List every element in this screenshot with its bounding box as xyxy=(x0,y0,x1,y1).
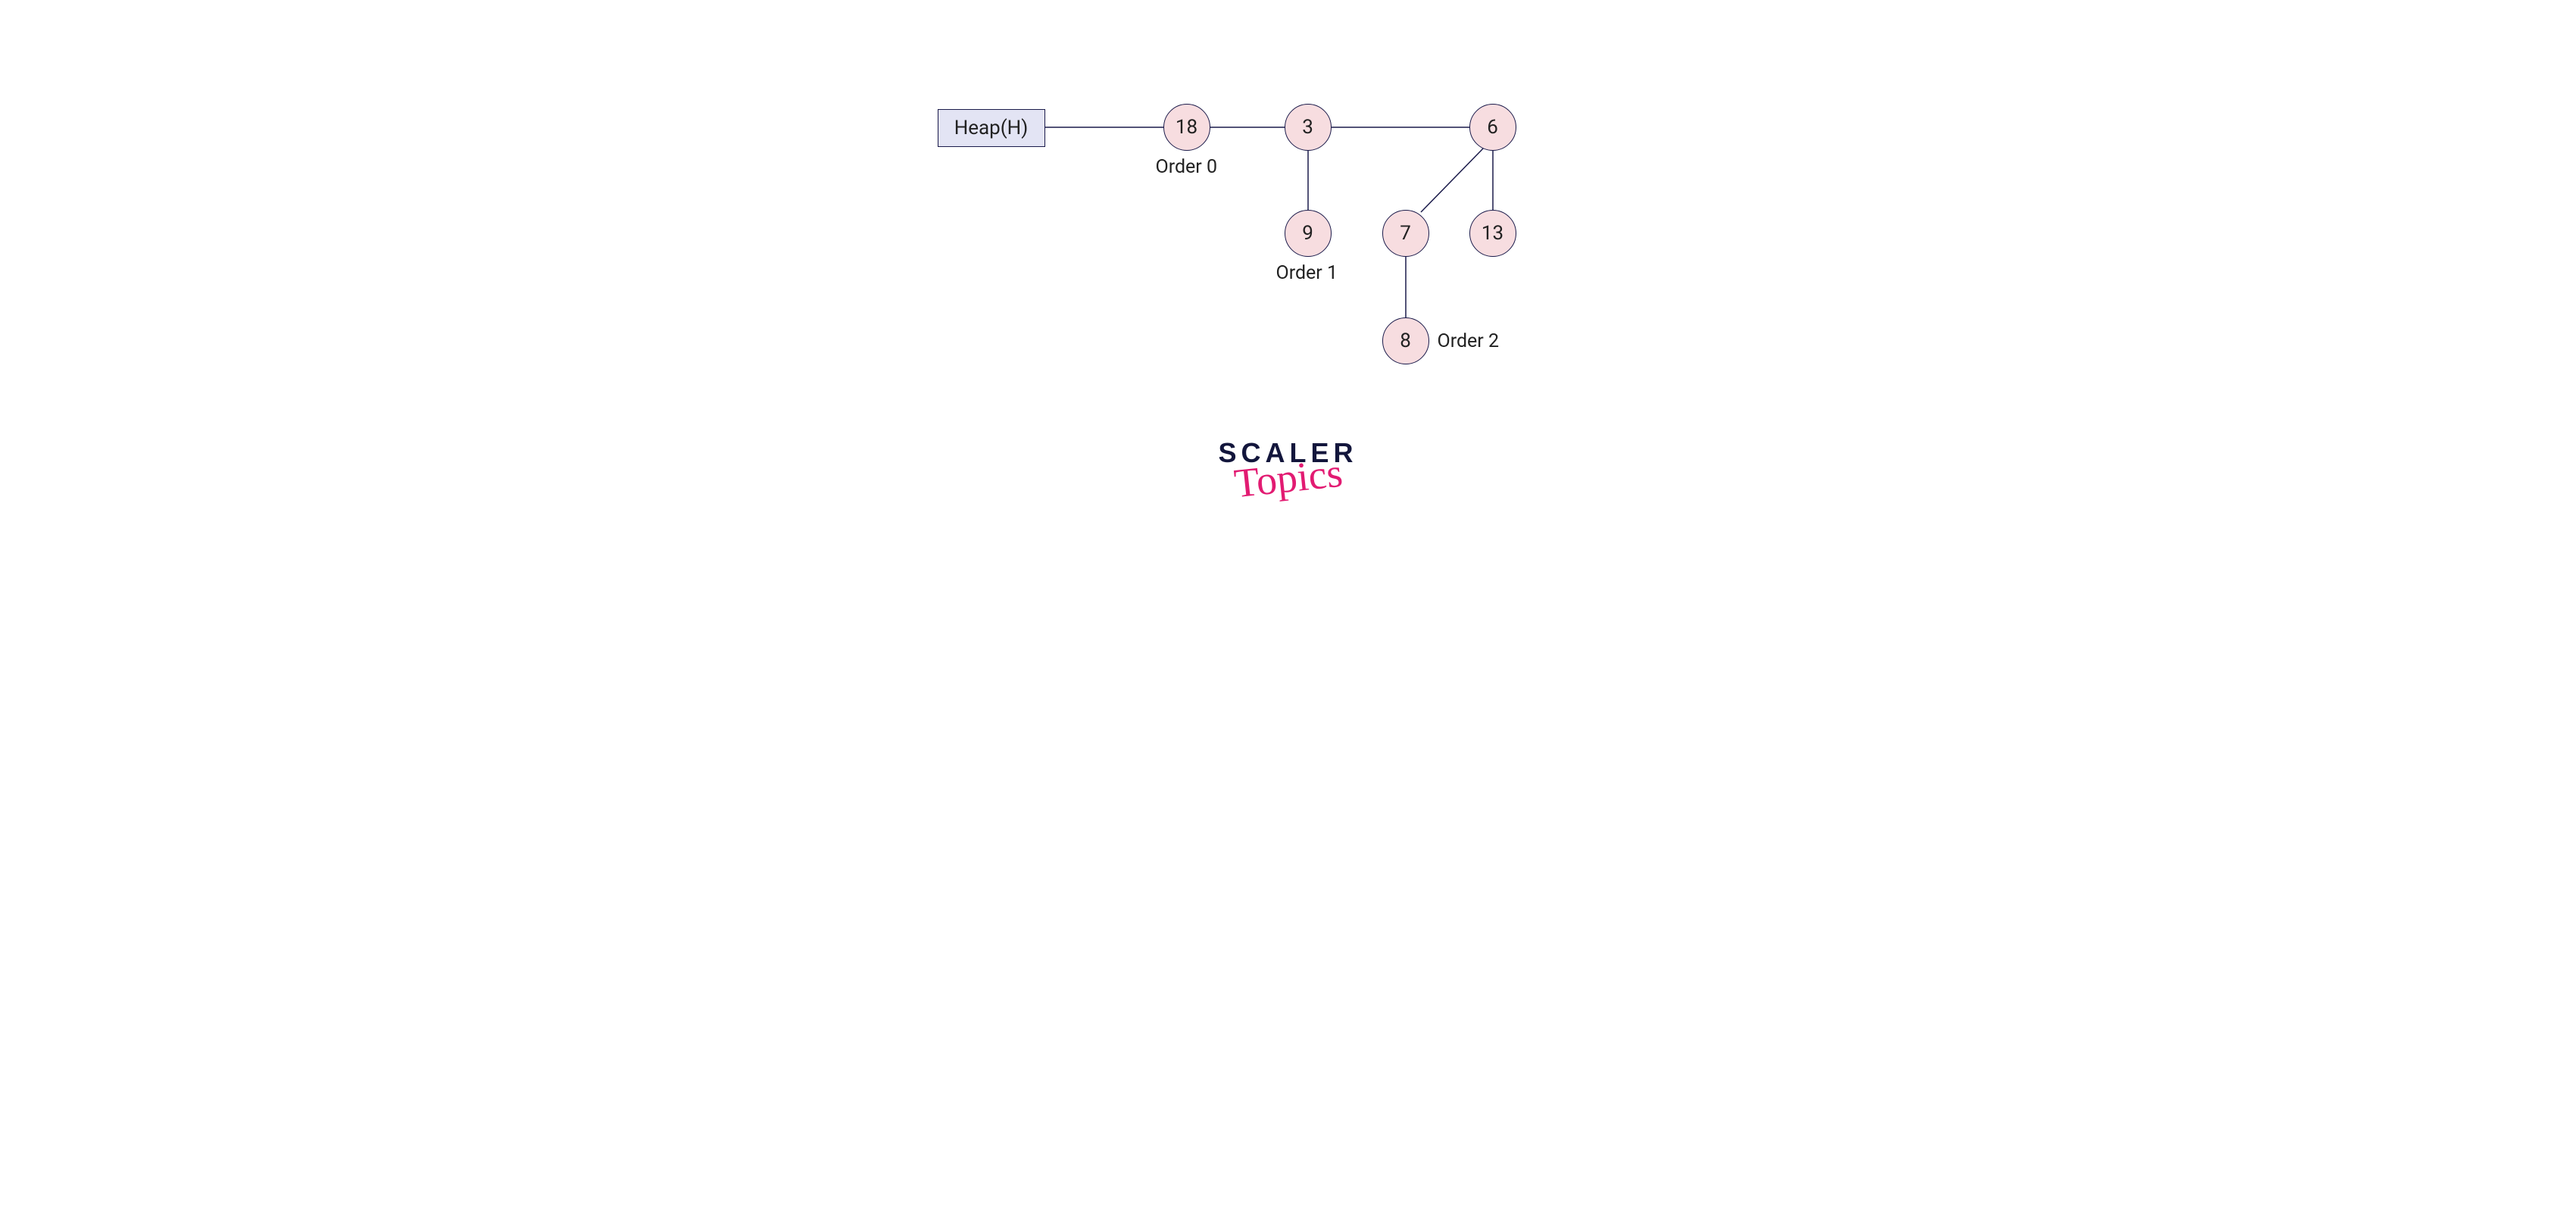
node-value: 7 xyxy=(1400,222,1411,245)
label-order-2: Order 2 xyxy=(1438,330,1500,352)
node-6: 6 xyxy=(1469,104,1516,151)
node-value: 9 xyxy=(1302,222,1313,245)
node-value: 13 xyxy=(1482,222,1503,245)
edges-layer xyxy=(645,0,1932,606)
node-8: 8 xyxy=(1382,317,1429,364)
label-order-1: Order 1 xyxy=(1276,262,1338,284)
node-value: 8 xyxy=(1400,330,1411,352)
diagram-canvas: Heap(H) 18 3 6 9 7 13 8 Order 0 Order 1 … xyxy=(645,0,1932,606)
node-value: 6 xyxy=(1487,116,1498,139)
node-value: 18 xyxy=(1176,116,1197,139)
brand-logo: SCALER Topics xyxy=(1175,439,1402,495)
node-18: 18 xyxy=(1163,104,1210,151)
label-order-0: Order 0 xyxy=(1156,156,1218,178)
heap-label: Heap(H) xyxy=(954,117,1029,139)
node-value: 3 xyxy=(1302,116,1313,139)
node-3: 3 xyxy=(1285,104,1332,151)
heap-box: Heap(H) xyxy=(938,109,1045,147)
node-9: 9 xyxy=(1285,210,1332,257)
node-13: 13 xyxy=(1469,210,1516,257)
node-7: 7 xyxy=(1382,210,1429,257)
